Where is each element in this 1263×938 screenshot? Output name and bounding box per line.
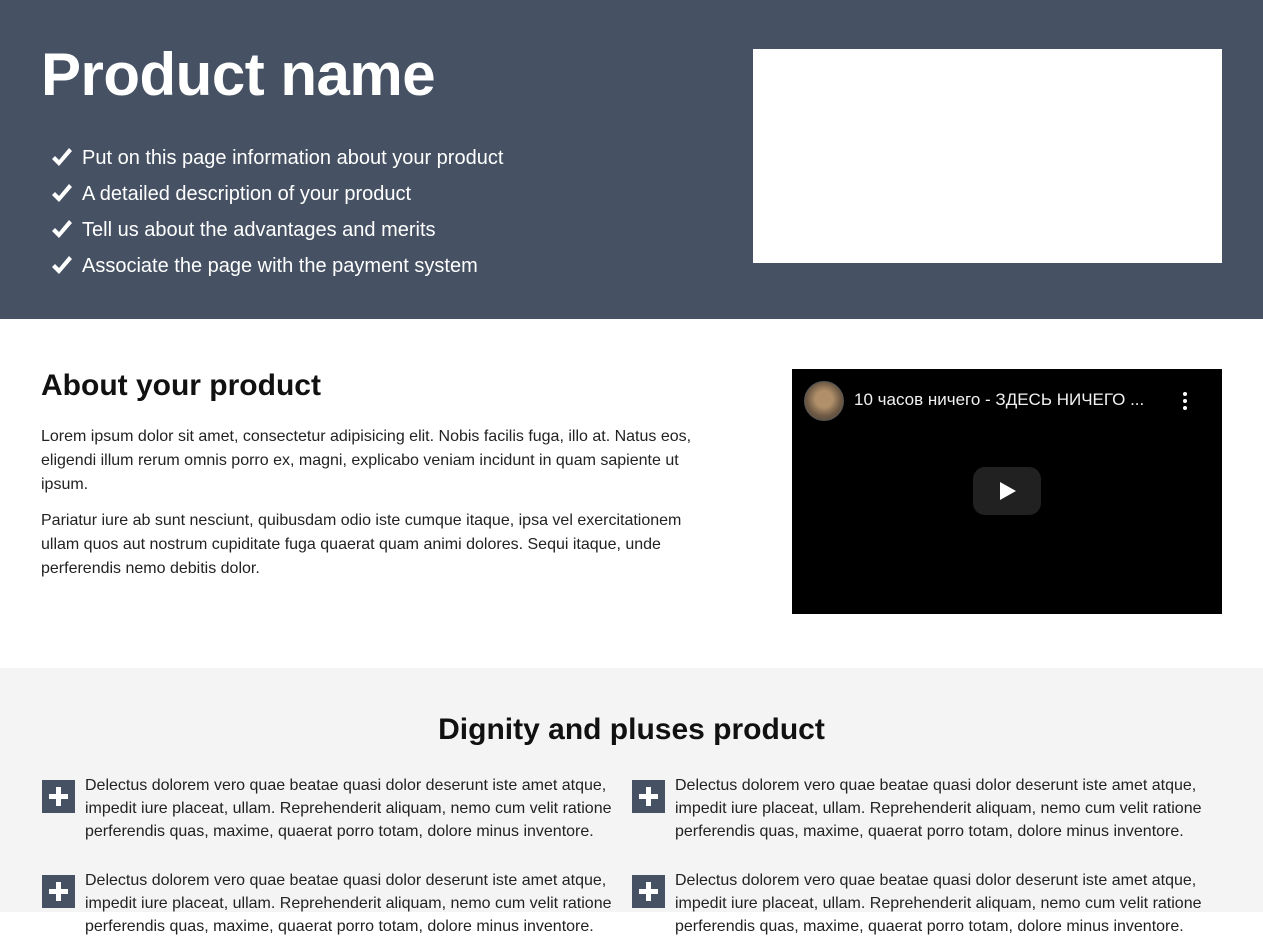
hero-section: Product name Put on this page informatio… — [0, 0, 1263, 319]
feature-list: Put on this page information about your … — [50, 140, 503, 284]
video-embed[interactable]: 10 часов ничего - ЗДЕСЬ НИЧЕГО ... — [792, 369, 1222, 614]
product-title: Product name — [41, 41, 436, 108]
feature-item: Put on this page information about your … — [50, 140, 503, 176]
feature-text: A detailed description of your product — [82, 182, 412, 205]
plus-icon — [632, 875, 665, 908]
plus-icon — [632, 780, 665, 813]
plus-text: Delectus dolorem vero quae beatae quasi … — [85, 872, 612, 935]
check-icon — [52, 220, 72, 238]
check-icon — [52, 256, 72, 274]
feature-text: Associate the page with the payment syst… — [82, 254, 478, 277]
channel-avatar[interactable] — [804, 381, 844, 421]
play-button[interactable] — [973, 467, 1041, 515]
product-image-placeholder — [753, 49, 1222, 263]
feature-text: Tell us about the advantages and merits — [82, 218, 436, 241]
plus-text: Delectus dolorem vero quae beatae quasi … — [85, 777, 612, 840]
plus-icon — [42, 780, 75, 813]
feature-item: A detailed description of your product — [50, 176, 503, 212]
feature-text: Put on this page information about your … — [82, 146, 504, 169]
plus-text: Delectus dolorem vero quae beatae quasi … — [675, 872, 1202, 935]
check-icon — [52, 148, 72, 166]
plus-icon — [42, 875, 75, 908]
more-options-icon[interactable] — [1177, 389, 1193, 413]
about-title: About your product — [41, 369, 321, 402]
about-paragraph: Pariatur iure ab sunt nesciunt, quibusda… — [41, 512, 682, 577]
about-paragraph: Lorem ipsum dolor sit amet, consectetur … — [41, 428, 692, 493]
plus-text: Delectus dolorem vero quae beatae quasi … — [675, 777, 1202, 840]
check-icon — [52, 184, 72, 202]
dignity-title: Dignity and pluses product — [438, 713, 825, 746]
dignity-section: Dignity and pluses product Delectus dolo… — [0, 668, 1263, 935]
video-title[interactable]: 10 часов ничего - ЗДЕСЬ НИЧЕГО ... — [854, 390, 1174, 410]
play-icon — [1000, 482, 1016, 500]
feature-item: Associate the page with the payment syst… — [50, 248, 503, 284]
feature-item: Tell us about the advantages and merits — [50, 212, 503, 248]
